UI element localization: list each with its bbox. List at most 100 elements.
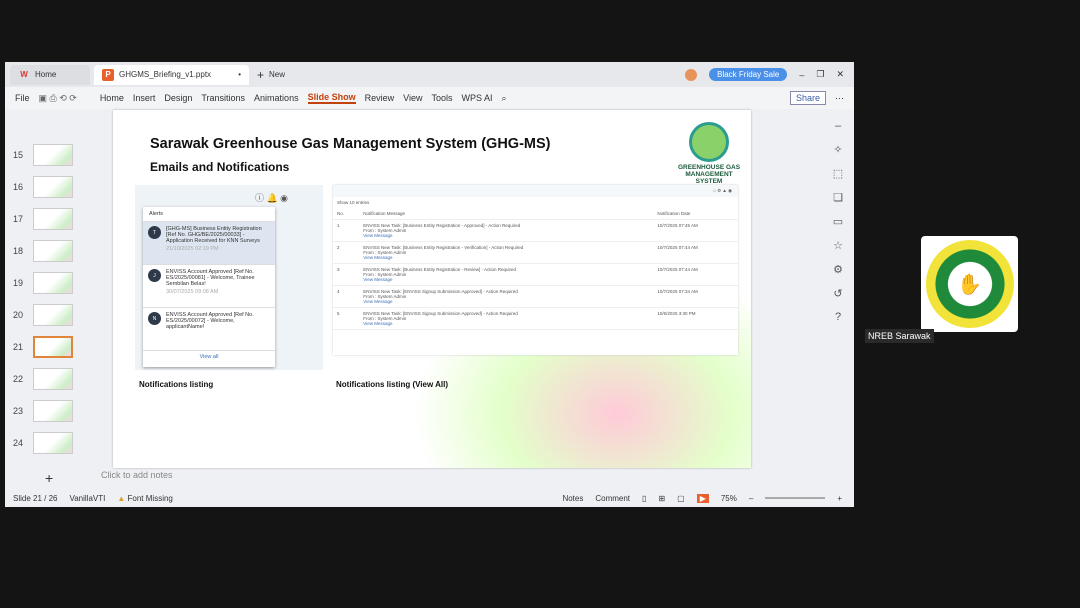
alert-text: ENVISS Account Approved [Ref No. ES/2025…: [166, 269, 255, 287]
magic-icon[interactable]: ✧: [833, 143, 842, 156]
warning-icon: ▲: [117, 493, 126, 503]
notes-placeholder[interactable]: Click to add notes: [101, 470, 173, 480]
slide-count: Slide 21 / 26: [13, 493, 58, 503]
menu-slide-show[interactable]: Slide Show: [307, 92, 356, 104]
alert-item: J ENVISS Account Approved [Ref No. ES/202…: [143, 265, 275, 308]
search-icon[interactable]: ⌕: [502, 93, 507, 104]
more-icon[interactable]: ⋯: [835, 93, 854, 104]
menu-bar: File ▣ ⎙ ⟲ ⟳ Home Insert Design Transiti…: [5, 87, 854, 109]
restore-icon[interactable]: ❐: [816, 69, 824, 80]
alert-date: 30/07/2025 09:08 AM: [166, 289, 219, 295]
alert-item: T [GHG-MS] Business Entity Registration […: [143, 222, 275, 265]
settings-icon[interactable]: ⚙: [833, 263, 843, 276]
row-no: 4: [333, 285, 360, 308]
menu-tools[interactable]: Tools: [431, 93, 452, 103]
slide-thumbnail[interactable]: 23: [13, 399, 93, 423]
star-icon[interactable]: ☆: [833, 239, 843, 252]
thumbnail-image: [33, 144, 73, 166]
menu-home[interactable]: Home: [100, 93, 124, 103]
slide-thumbnail[interactable]: 16: [13, 175, 93, 199]
thumbnail-image: [33, 368, 73, 390]
menu-review[interactable]: Review: [365, 93, 395, 103]
notes-button[interactable]: Notes: [562, 494, 583, 503]
row-date: 10/6/2025 3:30 PM: [653, 307, 738, 330]
slide-number: 18: [13, 246, 24, 256]
row-date: 10/7/2025 07:34 AM: [653, 285, 738, 308]
thumbnail-image: [33, 208, 73, 230]
slide-title: Sarawak Greenhouse Gas Management System…: [150, 136, 551, 152]
view-message-link: View Message: [363, 255, 393, 260]
col-no: No.: [333, 208, 360, 220]
promo-button[interactable]: Black Friday Sale: [709, 68, 788, 81]
menu-animations[interactable]: Animations: [254, 93, 299, 103]
alert-text: ENVISS Account Approved [Ref No. ES/2025…: [166, 312, 254, 330]
alert-text: [GHG-MS] Business Entity Registration [R…: [166, 226, 262, 244]
slide-thumbnail[interactable]: 20: [13, 303, 93, 327]
logo-text: GREENHOUSE GAS MANAGEMENT SYSTEM: [677, 164, 741, 185]
comment-button[interactable]: Comment: [595, 494, 630, 503]
play-icon[interactable]: ▶: [696, 493, 709, 503]
slide-number: 17: [13, 214, 24, 224]
sorter-view-icon[interactable]: ⊞: [658, 494, 665, 503]
reading-view-icon[interactable]: ▢: [677, 494, 685, 503]
row-no: 5: [333, 307, 360, 330]
slide-thumbnail[interactable]: 19: [13, 271, 93, 295]
slide-subtitle: Emails and Notifications: [150, 160, 290, 174]
quick-tools-icon[interactable]: ▣ ⎙ ⟲ ⟳: [39, 93, 77, 104]
close-tab-icon[interactable]: •: [238, 70, 241, 79]
menu-transitions[interactable]: Transitions: [201, 93, 245, 103]
caption-right: Notifications listing (View All): [336, 380, 449, 389]
zoom-in-icon[interactable]: +: [837, 494, 854, 503]
help-icon[interactable]: ?: [835, 311, 841, 323]
theme-name[interactable]: VanillaVTI: [69, 494, 105, 503]
menu-file[interactable]: File: [15, 93, 30, 103]
slide-thumbnail[interactable]: 18: [13, 239, 93, 263]
history-icon[interactable]: ↺: [833, 287, 842, 300]
tab-document[interactable]: P GHGMS_Briefing_v1.pptx •: [94, 64, 249, 85]
minimize-icon[interactable]: –: [799, 70, 804, 80]
thumbnail-image: [33, 432, 73, 454]
avatar: N: [148, 312, 161, 325]
zoom-out-icon[interactable]: –: [749, 494, 753, 503]
col-date: Notification Date: [653, 208, 738, 220]
share-button[interactable]: Share: [789, 91, 826, 105]
zoom-level[interactable]: 75%: [721, 494, 737, 503]
slide-thumbnail[interactable]: 21: [13, 335, 93, 359]
new-tab-button[interactable]: + New: [249, 65, 293, 85]
menu-design[interactable]: Design: [164, 93, 192, 103]
font-missing[interactable]: ▲ Font Missing: [117, 494, 173, 503]
tab-bar: W Home P GHGMS_Briefing_v1.pptx • + New Blac…: [5, 62, 854, 87]
slide-number: 19: [13, 278, 24, 288]
tab-home[interactable]: W Home: [10, 64, 90, 85]
close-icon[interactable]: ✕: [836, 69, 844, 80]
notifications-table-screenshot: ⌂ ⚙ ▲ ◉ Show 10 entries No. Notification …: [333, 185, 738, 355]
slide-number: 21: [13, 342, 24, 352]
comment-icon[interactable]: ▭: [833, 215, 843, 228]
avatar[interactable]: [685, 68, 698, 81]
slide-number: 15: [13, 150, 24, 160]
table-row: 1 ENVISS New Task: [Business Entity Regis…: [333, 219, 738, 242]
font-missing-label: Font Missing: [127, 493, 173, 503]
collapse-icon[interactable]: –: [835, 120, 841, 132]
ghg-logo: GREENHOUSE GAS MANAGEMENT SYSTEM: [673, 122, 745, 185]
participant-name: NREB Sarawak: [865, 329, 934, 343]
header-icons: ⓘ 🔔 ◉: [254, 193, 288, 203]
menu-insert[interactable]: Insert: [133, 93, 156, 103]
participant-video: ✋: [921, 236, 1018, 332]
slide-thumbnail[interactable]: 24: [13, 431, 93, 455]
slide-thumbnail[interactable]: 22: [13, 367, 93, 391]
menu-wps-ai[interactable]: WPS AI: [461, 93, 492, 103]
slide-thumbnail[interactable]: 15: [13, 143, 93, 167]
normal-view-icon[interactable]: ▯: [642, 494, 646, 503]
show-entries: Show 10 entries: [337, 200, 370, 205]
layers-icon[interactable]: ❏: [833, 191, 843, 204]
slide-number: 16: [13, 182, 24, 192]
add-slide-icon[interactable]: +: [45, 470, 53, 486]
view-all-link: View all: [199, 354, 219, 360]
slide-canvas[interactable]: Sarawak Greenhouse Gas Management System…: [113, 110, 751, 468]
zoom-slider[interactable]: [765, 497, 826, 499]
tab-label: GHGMS_Briefing_v1.pptx: [119, 70, 212, 79]
shape-icon[interactable]: ⬚: [833, 167, 843, 180]
slide-thumbnail[interactable]: 17: [13, 207, 93, 231]
menu-view[interactable]: View: [403, 93, 422, 103]
